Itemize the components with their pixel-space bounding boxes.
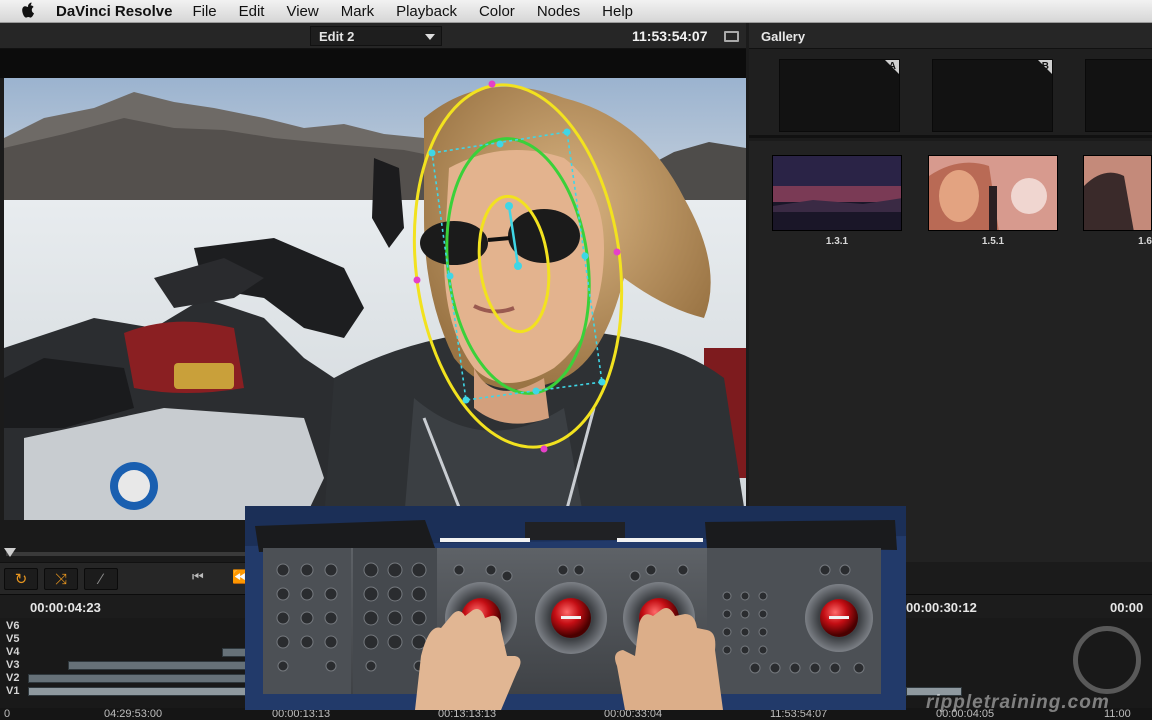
- menu-playback[interactable]: Playback: [396, 3, 457, 20]
- ripple-logo-icon: [1073, 626, 1141, 694]
- unmix-icon[interactable]: ∕: [84, 568, 118, 590]
- track-label: V4: [6, 646, 20, 658]
- menu-mark[interactable]: Mark: [341, 3, 374, 20]
- menu-app-name[interactable]: DaVinci Resolve: [56, 3, 172, 20]
- memory-slot-a[interactable]: A: [779, 59, 900, 132]
- screen: DaVinci Resolve File Edit View Mark Play…: [0, 0, 1152, 720]
- menu-view[interactable]: View: [286, 3, 318, 20]
- gallery-header: Gallery: [749, 23, 1152, 49]
- track-label: V2: [6, 672, 20, 684]
- timeline-dropdown[interactable]: Edit 2: [310, 26, 442, 46]
- skip-to-start-icon[interactable]: ⏮: [192, 569, 204, 585]
- still-label: 1.3.1: [825, 236, 849, 247]
- still-thumbnail[interactable]: [1083, 155, 1152, 231]
- watermark: rippletraining.com: [926, 692, 1110, 713]
- menu-help[interactable]: Help: [602, 3, 633, 20]
- shuffle-icon[interactable]: ⤨: [44, 568, 78, 590]
- ruler-timecode: 00:00: [1110, 600, 1144, 615]
- apple-icon[interactable]: [20, 2, 42, 20]
- viewer-image[interactable]: [4, 78, 746, 520]
- gallery-stills-area: 1.3.1 1.5.1 1.6: [749, 141, 1152, 562]
- timeline-name: Edit 2: [319, 28, 355, 44]
- control-panel-photo: [245, 506, 906, 710]
- memory-slot-b[interactable]: B: [932, 59, 1053, 132]
- timeline-clip[interactable]: [28, 687, 252, 696]
- track-label: V6: [6, 620, 20, 632]
- timeline-clip[interactable]: [28, 674, 252, 683]
- clip-timecode: 0: [4, 708, 11, 720]
- memory-slot-c[interactable]: [1085, 59, 1152, 132]
- still-thumbnail[interactable]: [772, 155, 902, 231]
- playhead-marker[interactable]: [4, 548, 16, 557]
- menu-color[interactable]: Color: [479, 3, 515, 20]
- track-label: V5: [6, 633, 20, 645]
- menu-bar: DaVinci Resolve File Edit View Mark Play…: [0, 0, 1152, 23]
- menu-edit[interactable]: Edit: [239, 3, 265, 20]
- memory-slot-label: B: [1041, 61, 1049, 72]
- viewer-letterbox: [0, 49, 746, 78]
- clip-timecode: 04:29:53:00: [104, 708, 163, 720]
- ruler-timecode: 00:00:04:23: [30, 600, 101, 615]
- chevron-down-icon: [425, 34, 435, 40]
- track-label: V1: [6, 685, 20, 697]
- memory-slot-label: A: [888, 61, 896, 72]
- memory-bank: A B: [749, 49, 1152, 138]
- still-label: 1.6: [1138, 236, 1152, 247]
- monitor-icon[interactable]: [724, 31, 739, 42]
- menu-file[interactable]: File: [192, 3, 216, 20]
- still-thumbnail[interactable]: [928, 155, 1058, 231]
- track-label: V3: [6, 659, 20, 671]
- timeline-clip[interactable]: [68, 661, 252, 670]
- still-label: 1.5.1: [981, 236, 1005, 247]
- ruler-timecode: 00:00:30:12: [906, 600, 977, 615]
- menu-nodes[interactable]: Nodes: [537, 3, 580, 20]
- viewer-header: Edit 2 11:53:54:07: [0, 23, 746, 49]
- loop-icon[interactable]: ↻: [4, 568, 38, 590]
- viewer-timecode: 11:53:54:07: [632, 28, 708, 44]
